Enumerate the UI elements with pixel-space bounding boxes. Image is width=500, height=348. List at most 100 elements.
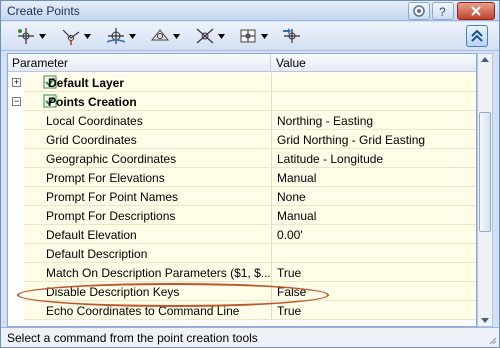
parameter-cell: Echo Coordinates to Command Line [24, 301, 271, 320]
parameter-cell: Prompt For Elevations [24, 168, 271, 187]
scroll-up-icon[interactable] [481, 57, 489, 62]
properties-grid: Parameter Value + Default Layer − Points… [7, 53, 477, 327]
window-title: Create Points [7, 4, 80, 18]
parameter-value: Manual [277, 209, 317, 223]
parameter-value: None [277, 190, 306, 204]
value-cell[interactable]: Grid Northing - Grid Easting [271, 130, 476, 149]
value-cell [271, 73, 476, 92]
svg-text:?: ? [439, 5, 446, 18]
parameter-label: Local Coordinates [46, 114, 143, 128]
convert-icon [283, 28, 300, 43]
parameter-cell: Prompt For Point Names [24, 187, 271, 206]
parameter-value: Manual [277, 171, 317, 185]
parameter-cell: Default Layer [24, 73, 271, 92]
alignment-tool[interactable] [105, 26, 136, 46]
value-cell[interactable]: True [271, 263, 476, 282]
intersection-icon [196, 28, 214, 44]
interpolate-icon [62, 29, 80, 45]
alignment-icon [106, 28, 126, 44]
value-cell[interactable]: Latitude - Longitude [271, 149, 476, 168]
table-row[interactable]: Prompt For Elevations Manual [8, 168, 476, 187]
parameter-label: Geographic Coordinates [46, 152, 177, 166]
surface-icon [150, 29, 170, 41]
parameter-cell: Match On Description Parameters ($1, $..… [24, 263, 271, 282]
chevron-down-icon [173, 33, 180, 39]
value-cell [271, 92, 476, 111]
convert-tool[interactable] [281, 26, 303, 46]
parameter-label: Grid Coordinates [46, 133, 137, 147]
parameter-label: Prompt For Descriptions [46, 209, 176, 223]
table-row[interactable]: Match On Description Parameters ($1, $..… [8, 263, 476, 282]
chevron-down-icon [261, 33, 268, 39]
table-row[interactable]: Default Elevation 0.00' [8, 225, 476, 244]
value-cell[interactable]: Manual [271, 206, 476, 225]
parameter-value: Grid Northing - Grid Easting [277, 133, 426, 147]
group-label: Default Layer [48, 76, 125, 90]
parameter-value: True [277, 304, 302, 318]
parameter-label: Match On Description Parameters ($1, $..… [46, 266, 271, 280]
status-bar: Select a command from the point creation… [1, 327, 499, 347]
scroll-down-icon[interactable] [481, 318, 489, 323]
table-row[interactable]: Default Description [8, 244, 476, 263]
surface-tool[interactable] [149, 26, 180, 46]
settings-icon [413, 5, 425, 17]
parameter-cell: Disable Description Keys [24, 282, 271, 301]
chevron-down-icon [129, 33, 136, 39]
group-row-points-creation[interactable]: − Points Creation [8, 92, 476, 111]
expand-plus-icon[interactable]: + [12, 78, 21, 87]
resize-grip-icon[interactable] [487, 335, 497, 345]
point-creation-tool[interactable] [15, 26, 46, 46]
settings-button[interactable] [408, 2, 430, 20]
chevron-down-icon [39, 33, 46, 39]
table-row[interactable]: Prompt For Point Names None [8, 187, 476, 206]
status-text: Select a command from the point creation… [7, 331, 258, 345]
parameter-label: Default Description [46, 247, 148, 261]
parameter-label: Prompt For Elevations [46, 171, 165, 185]
parameter-value: 0.00' [277, 228, 303, 242]
group-label: Points Creation [48, 95, 137, 109]
parameter-cell: Points Creation [24, 92, 271, 111]
parameter-cell: Prompt For Descriptions [24, 206, 271, 225]
chevron-down-icon [84, 33, 91, 39]
value-cell[interactable] [271, 244, 476, 263]
parameter-label: Default Elevation [46, 228, 137, 242]
parameter-cell: Grid Coordinates [24, 130, 271, 149]
intersection-tool[interactable] [194, 26, 225, 46]
value-cell[interactable]: 0.00' [271, 225, 476, 244]
value-cell[interactable]: Northing - Easting [271, 111, 476, 130]
group-row-default-layer[interactable]: + Default Layer [8, 73, 476, 92]
help-icon: ? [439, 5, 446, 18]
table-row[interactable]: Prompt For Descriptions Manual [8, 206, 476, 225]
table-row[interactable]: Echo Coordinates to Command Line True [8, 301, 476, 320]
vertical-scrollbar[interactable] [477, 53, 493, 327]
value-cell[interactable]: None [271, 187, 476, 206]
collapse-minus-icon[interactable]: − [12, 97, 21, 106]
point-creation-icon [18, 28, 34, 44]
toolbar [1, 22, 499, 51]
table-row[interactable]: Grid Coordinates Grid Northing - Grid Ea… [8, 130, 476, 149]
parameter-column-header[interactable]: Parameter [12, 56, 68, 70]
table-row[interactable]: Geographic Coordinates Latitude - Longit… [8, 149, 476, 168]
interpolate-tool[interactable] [60, 26, 91, 46]
scrollbar-thumb[interactable] [479, 112, 491, 232]
value-cell[interactable]: True [271, 301, 476, 320]
parameter-value: True [277, 266, 302, 280]
grid-header: Parameter Value [8, 54, 476, 72]
value-cell[interactable]: Manual [271, 168, 476, 187]
parameter-value: Northing - Easting [277, 114, 374, 128]
expand-chevron-icon [471, 29, 483, 42]
parameter-cell: Geographic Coordinates [24, 149, 271, 168]
title-bar: Create Points ? [1, 1, 499, 21]
close-icon [471, 6, 481, 16]
parameter-value: Latitude - Longitude [277, 152, 384, 166]
expand-panel-button[interactable] [466, 25, 488, 47]
create-points-window: Create Points ? Parameter Value + Defaul… [0, 0, 500, 348]
column-divider[interactable] [270, 54, 271, 72]
value-column-header[interactable]: Value [276, 56, 306, 70]
value-cell[interactable]: False [271, 282, 476, 301]
table-row[interactable]: Local Coordinates Northing - Easting [8, 111, 476, 130]
close-button[interactable] [457, 2, 495, 20]
help-button[interactable]: ? [432, 2, 454, 20]
polyline-tool[interactable] [237, 26, 268, 46]
table-row-disable-description-keys[interactable]: Disable Description Keys False [8, 282, 476, 301]
